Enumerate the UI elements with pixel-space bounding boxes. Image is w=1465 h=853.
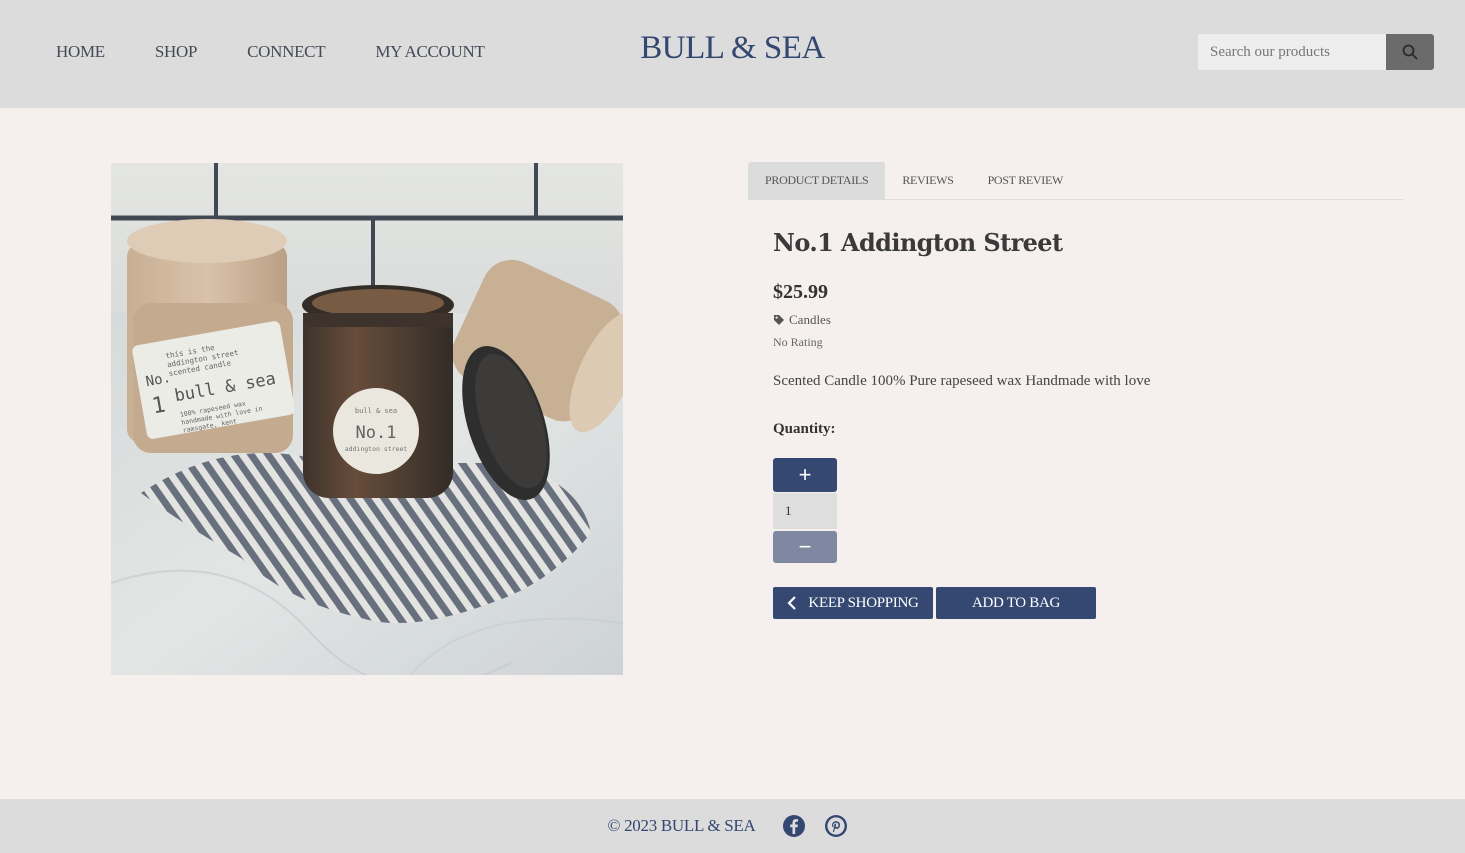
quantity-label: Quantity: <box>773 421 836 437</box>
tab-reviews[interactable]: REVIEWS <box>885 162 970 199</box>
product-description: Scented Candle 100% Pure rapeseed wax Ha… <box>773 373 1151 389</box>
pinterest-icon <box>825 815 848 837</box>
site-footer: © 2023 BULL & SEA <box>0 799 1465 853</box>
tab-post-review[interactable]: POST REVIEW <box>971 162 1080 199</box>
search-input[interactable] <box>1198 34 1386 70</box>
pinterest-link[interactable] <box>824 814 848 838</box>
facebook-link[interactable] <box>782 814 806 838</box>
product-category[interactable]: Candles <box>773 312 831 328</box>
facebook-icon <box>783 815 806 837</box>
add-to-bag-label: ADD TO BAG <box>971 594 1061 611</box>
copyright-text: © 2023 BULL & SEA <box>607 816 756 835</box>
minus-icon: − <box>798 534 812 559</box>
keep-shopping-label: KEEP SHOPPING <box>808 594 919 611</box>
candle-photo: this is the addington street scented can… <box>111 163 623 675</box>
product-tabs: PRODUCT DETAILS REVIEWS POST REVIEW <box>748 162 1403 200</box>
quantity-increment-button[interactable]: + <box>773 458 837 492</box>
plus-icon: + <box>798 462 812 487</box>
tag-icon <box>774 315 784 325</box>
search-icon <box>1402 44 1418 60</box>
product-price: $25.99 <box>773 281 828 303</box>
tab-product-details[interactable]: PRODUCT DETAILS <box>748 162 886 199</box>
product-image: this is the addington street scented can… <box>111 163 623 675</box>
chevron-left-icon <box>787 596 797 610</box>
keep-shopping-button[interactable]: KEEP SHOPPING <box>773 587 933 619</box>
search-bar <box>1198 34 1434 70</box>
quantity-input[interactable] <box>773 493 837 529</box>
site-header: HOME SHOP CONNECT MY ACCOUNT BULL & SEA <box>0 0 1465 108</box>
product-title: No.1 Addington Street <box>773 228 1063 257</box>
category-label: Candles <box>789 312 831 327</box>
add-to-bag-button[interactable]: ADD TO BAG <box>936 587 1096 619</box>
product-rating: No Rating <box>773 335 823 349</box>
search-button[interactable] <box>1386 34 1434 70</box>
quantity-decrement-button[interactable]: − <box>773 531 837 563</box>
